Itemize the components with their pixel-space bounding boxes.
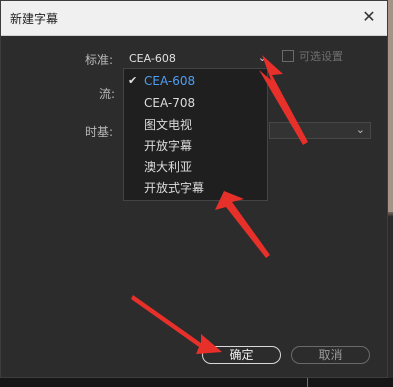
chevron-down-icon: ⌄ xyxy=(355,123,365,136)
background-timeline-panel xyxy=(0,378,393,387)
stream-label: 流: xyxy=(99,87,116,101)
close-icon[interactable]: ✕ xyxy=(357,6,381,28)
standard-select[interactable]: CEA-608 ⌄ xyxy=(123,49,271,68)
dropdown-option-label: 开放式字幕 xyxy=(144,181,205,195)
dropdown-option-australia[interactable]: 澳大利亚 xyxy=(124,156,267,178)
standard-label: 标准: xyxy=(85,53,114,67)
checkmark-icon: ✔ xyxy=(128,74,138,87)
dropdown-option-label: CEA-608 xyxy=(144,74,196,88)
dialog-title: 新建字幕 xyxy=(10,12,59,26)
dropdown-option-label: CEA-708 xyxy=(144,96,196,110)
background-panel-edge xyxy=(388,0,393,387)
new-caption-dialog: 新建字幕 ✕ 标准: CEA-608 ⌄ 可选设置 流: 时基: ⌄ ✔ CEA… xyxy=(0,0,388,378)
dropdown-option-label: 图文电视 xyxy=(144,118,193,132)
dropdown-option-label: 澳大利亚 xyxy=(144,160,193,174)
optional-settings-label: 可选设置 xyxy=(299,50,343,63)
timebase-select[interactable]: ⌄ xyxy=(269,122,371,139)
background-playhead-line xyxy=(307,378,308,387)
standard-select-value: CEA-608 xyxy=(129,52,176,65)
ok-button[interactable]: 确定 xyxy=(202,346,281,364)
dropdown-option-open-captions[interactable]: 开放式字幕 xyxy=(124,177,267,199)
dialog-titlebar: 新建字幕 ✕ xyxy=(1,1,387,36)
dropdown-option-cea-708[interactable]: CEA-708 xyxy=(124,92,267,114)
dropdown-option-label: 开放字幕 xyxy=(144,139,193,153)
dropdown-option-open-subtitles[interactable]: 开放字幕 xyxy=(124,135,267,157)
dropdown-option-teletext[interactable]: 图文电视 xyxy=(124,114,267,136)
timebase-label: 时基: xyxy=(85,125,114,139)
cancel-button[interactable]: 取消 xyxy=(291,346,370,364)
optional-settings-checkbox[interactable] xyxy=(282,50,294,62)
standard-dropdown-list: ✔ CEA-608 CEA-708 图文电视 开放字幕 澳大利亚 开放式字幕 xyxy=(123,68,268,201)
chevron-down-icon: ⌄ xyxy=(257,51,267,64)
dropdown-option-cea-608[interactable]: ✔ CEA-608 xyxy=(124,70,267,92)
